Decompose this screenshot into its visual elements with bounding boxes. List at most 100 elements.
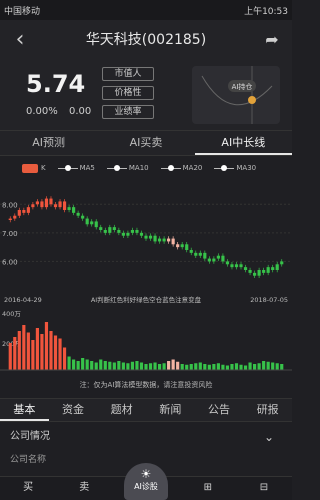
tab-ai-forecast[interactable]: AI预测 [0,131,97,155]
candle-body [112,227,116,230]
volume-bar [162,363,166,370]
volume-bar [189,364,193,370]
volume-bar [26,332,30,370]
candle-body [212,258,216,262]
volume-bar [157,364,162,370]
price-change: 0.00% 0.00 [26,106,99,117]
share-icon[interactable]: ➦ [252,30,292,49]
y-tick-label: 8.00 [2,201,18,209]
candle-body [135,230,139,233]
candle-body [22,210,26,213]
candle-body [144,235,148,239]
tab-basic[interactable]: 基本 [0,399,49,421]
candle-body [81,215,85,219]
volume-bar [194,363,198,370]
clock-label: 上午10:53 [244,6,288,17]
candle-body [275,264,279,270]
volume-bar [262,361,266,370]
volume-bar [176,361,180,370]
tab-ai-long[interactable]: AI中长线 [194,131,292,155]
buy-button[interactable]: 买 [0,477,56,500]
volume-bar [257,363,261,370]
volume-bar [72,359,76,370]
volume-bar [35,328,39,370]
candle-body [221,255,225,262]
chart-legend: K MA5 MA10 MA20 MA30 [0,160,292,176]
k-swatch [22,163,38,173]
legend-ma30: MA30 [214,164,256,172]
quote-btn-3[interactable]: 业绩率 [102,105,154,119]
volume-bar [207,364,211,370]
volume-bar [198,362,202,370]
volume-bar [94,362,98,370]
tab-notices[interactable]: 公告 [195,399,244,421]
ai-position-widget[interactable]: AI持仓 [192,66,280,124]
volume-bar [271,362,275,370]
volume-bar [85,359,89,370]
candle-body [58,201,62,208]
status-bar: 中国移动 上午10:53 [0,0,292,20]
chart-annotation: AI判断红色利好绿色空仓蓝色注意变盘 [91,295,202,304]
tab-topics[interactable]: 题材 [97,399,146,421]
volume-bar [139,362,144,370]
volume-bar [171,359,175,370]
candle-body [49,198,53,205]
ai-diagnose-button[interactable]: ☀ AI诊股 [124,463,168,500]
quote-btn-2[interactable]: 价格性 [102,86,154,100]
volume-bar [225,365,230,370]
volume-bar [185,364,189,370]
volume-bar [40,334,44,370]
change-percent: 0.00% [26,106,58,117]
volume-bar [67,356,71,370]
volume-bar [135,361,139,370]
candle-body [198,252,202,256]
kline-chart[interactable]: 8.00 7.00 6.00 2016-04-29 2018-07-05 AI判断红色利好… [0,180,292,380]
volume-bar [17,331,21,370]
candle-body [117,230,121,233]
chevron-down-icon[interactable]: ⌄ [264,426,274,448]
candle-body [139,232,144,236]
candle-body [253,272,257,276]
candle-body [44,198,49,208]
volume-bar [212,364,216,370]
volume-bar [58,338,62,370]
candle-body [76,212,80,216]
candle-body [121,232,125,236]
quote-btn-1[interactable]: 市值人 [102,67,154,81]
remove-watch-button[interactable]: ⊟ [236,477,292,500]
volume-bar [44,322,49,370]
candle-body [194,252,198,256]
candle-body [13,215,17,219]
candle-body [153,235,157,242]
candle-body [31,204,35,208]
back-icon[interactable]: ‹ [0,27,40,52]
company-section-header[interactable]: 公司情况 ⌄ [0,426,292,448]
sell-button[interactable]: 卖 [56,477,112,500]
candle-body [280,261,284,265]
candle-body [162,238,166,242]
tab-reports[interactable]: 研报 [243,399,292,421]
volume-bar [8,343,12,370]
tab-funds[interactable]: 资金 [49,399,98,421]
volume-bar [239,364,243,370]
volume-bar [253,364,257,370]
candle-body [185,244,189,250]
candle-body [243,267,248,270]
candle-body [266,267,270,273]
candle-body [239,264,243,268]
volume-bar [121,362,125,370]
current-price: 5.74 [26,70,86,98]
candle-body [148,235,153,239]
tab-ai-trade[interactable]: AI买卖 [97,131,194,155]
candle-body [257,270,261,276]
volume-bar [130,361,135,370]
add-watch-button[interactable]: ⊞ [180,477,236,500]
volume-bar [13,337,17,370]
volume-bar [243,365,248,370]
candle-body [35,201,39,205]
tab-news[interactable]: 新闻 [146,399,195,421]
volume-bar [144,364,148,370]
section-title: 公司情况 [10,431,50,442]
legend-ma10: MA10 [106,164,149,172]
candle-body [103,230,107,233]
